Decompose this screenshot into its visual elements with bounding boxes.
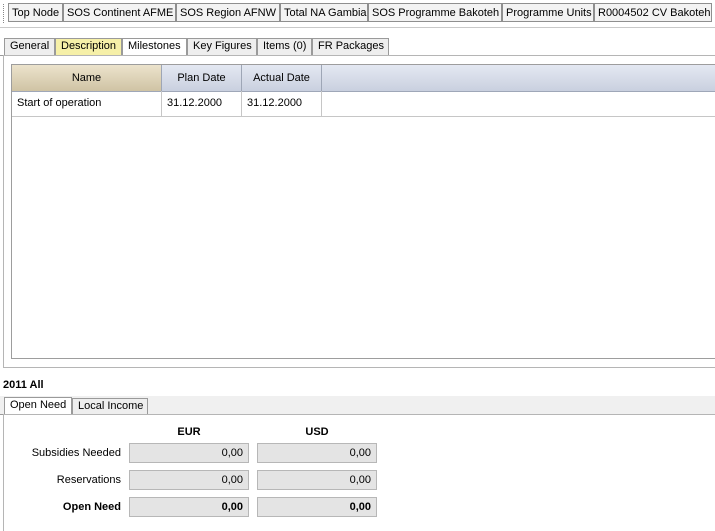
column-header-plan-date[interactable]: Plan Date bbox=[162, 65, 242, 91]
grid-header: Name Plan Date Actual Date bbox=[12, 65, 715, 92]
column-header-usd: USD bbox=[305, 426, 329, 438]
reservations-usd-field: 0,00 bbox=[257, 470, 377, 490]
table-row[interactable]: Start of operation 31.12.2000 31.12.2000 bbox=[12, 91, 715, 117]
tab-local-income[interactable]: Local Income bbox=[72, 398, 148, 415]
cell-milestone-name[interactable]: Start of operation bbox=[12, 91, 162, 116]
label-subsidies-needed: Subsidies Needed bbox=[31, 447, 121, 459]
subsidies-needed-eur-field: 0,00 bbox=[129, 443, 249, 463]
period-title: 2011 All bbox=[3, 379, 44, 391]
tab-general[interactable]: General bbox=[4, 38, 55, 55]
breadcrumb-item-continent[interactable]: SOS Continent AFME bbox=[63, 3, 176, 22]
tab-items[interactable]: Items (0) bbox=[257, 38, 312, 55]
tab-milestones[interactable]: Milestones bbox=[122, 38, 187, 56]
column-header-actual-date[interactable]: Actual Date bbox=[242, 65, 322, 91]
breadcrumb-item-national-association[interactable]: Total NA Gambia bbox=[280, 3, 368, 22]
reservations-eur-field: 0,00 bbox=[129, 470, 249, 490]
column-header-eur: EUR bbox=[177, 426, 201, 438]
open-need-usd-field: 0,00 bbox=[257, 497, 377, 517]
breadcrumb-item-programme[interactable]: SOS Programme Bakoteh bbox=[368, 3, 502, 22]
tab-fr-packages[interactable]: FR Packages bbox=[312, 38, 389, 55]
breadcrumb-item-region[interactable]: SOS Region AFNW bbox=[176, 3, 280, 22]
breadcrumb-divider bbox=[0, 27, 715, 28]
breadcrumb: Top Node SOS Continent AFME SOS Region A… bbox=[0, 0, 715, 28]
breadcrumb-item-unit[interactable]: R0004502 CV Bakoteh bbox=[594, 3, 712, 22]
tab-key-figures[interactable]: Key Figures bbox=[187, 38, 257, 55]
label-reservations: Reservations bbox=[56, 474, 121, 486]
cell-actual-date[interactable]: 31.12.2000 bbox=[242, 91, 322, 116]
breadcrumb-item-programme-units[interactable]: Programme Units bbox=[502, 3, 594, 22]
tab-open-need[interactable]: Open Need bbox=[4, 397, 72, 415]
milestones-grid: Name Plan Date Actual Date Start of oper… bbox=[11, 64, 715, 359]
tab-description[interactable]: Description bbox=[55, 38, 122, 55]
open-need-eur-field: 0,00 bbox=[129, 497, 249, 517]
label-open-need: Open Need bbox=[62, 501, 121, 513]
subsidies-needed-usd-field: 0,00 bbox=[257, 443, 377, 463]
breadcrumb-item-top-node[interactable]: Top Node bbox=[8, 3, 63, 22]
column-header-name[interactable]: Name bbox=[12, 65, 162, 91]
cell-plan-date[interactable]: 31.12.2000 bbox=[162, 91, 242, 116]
